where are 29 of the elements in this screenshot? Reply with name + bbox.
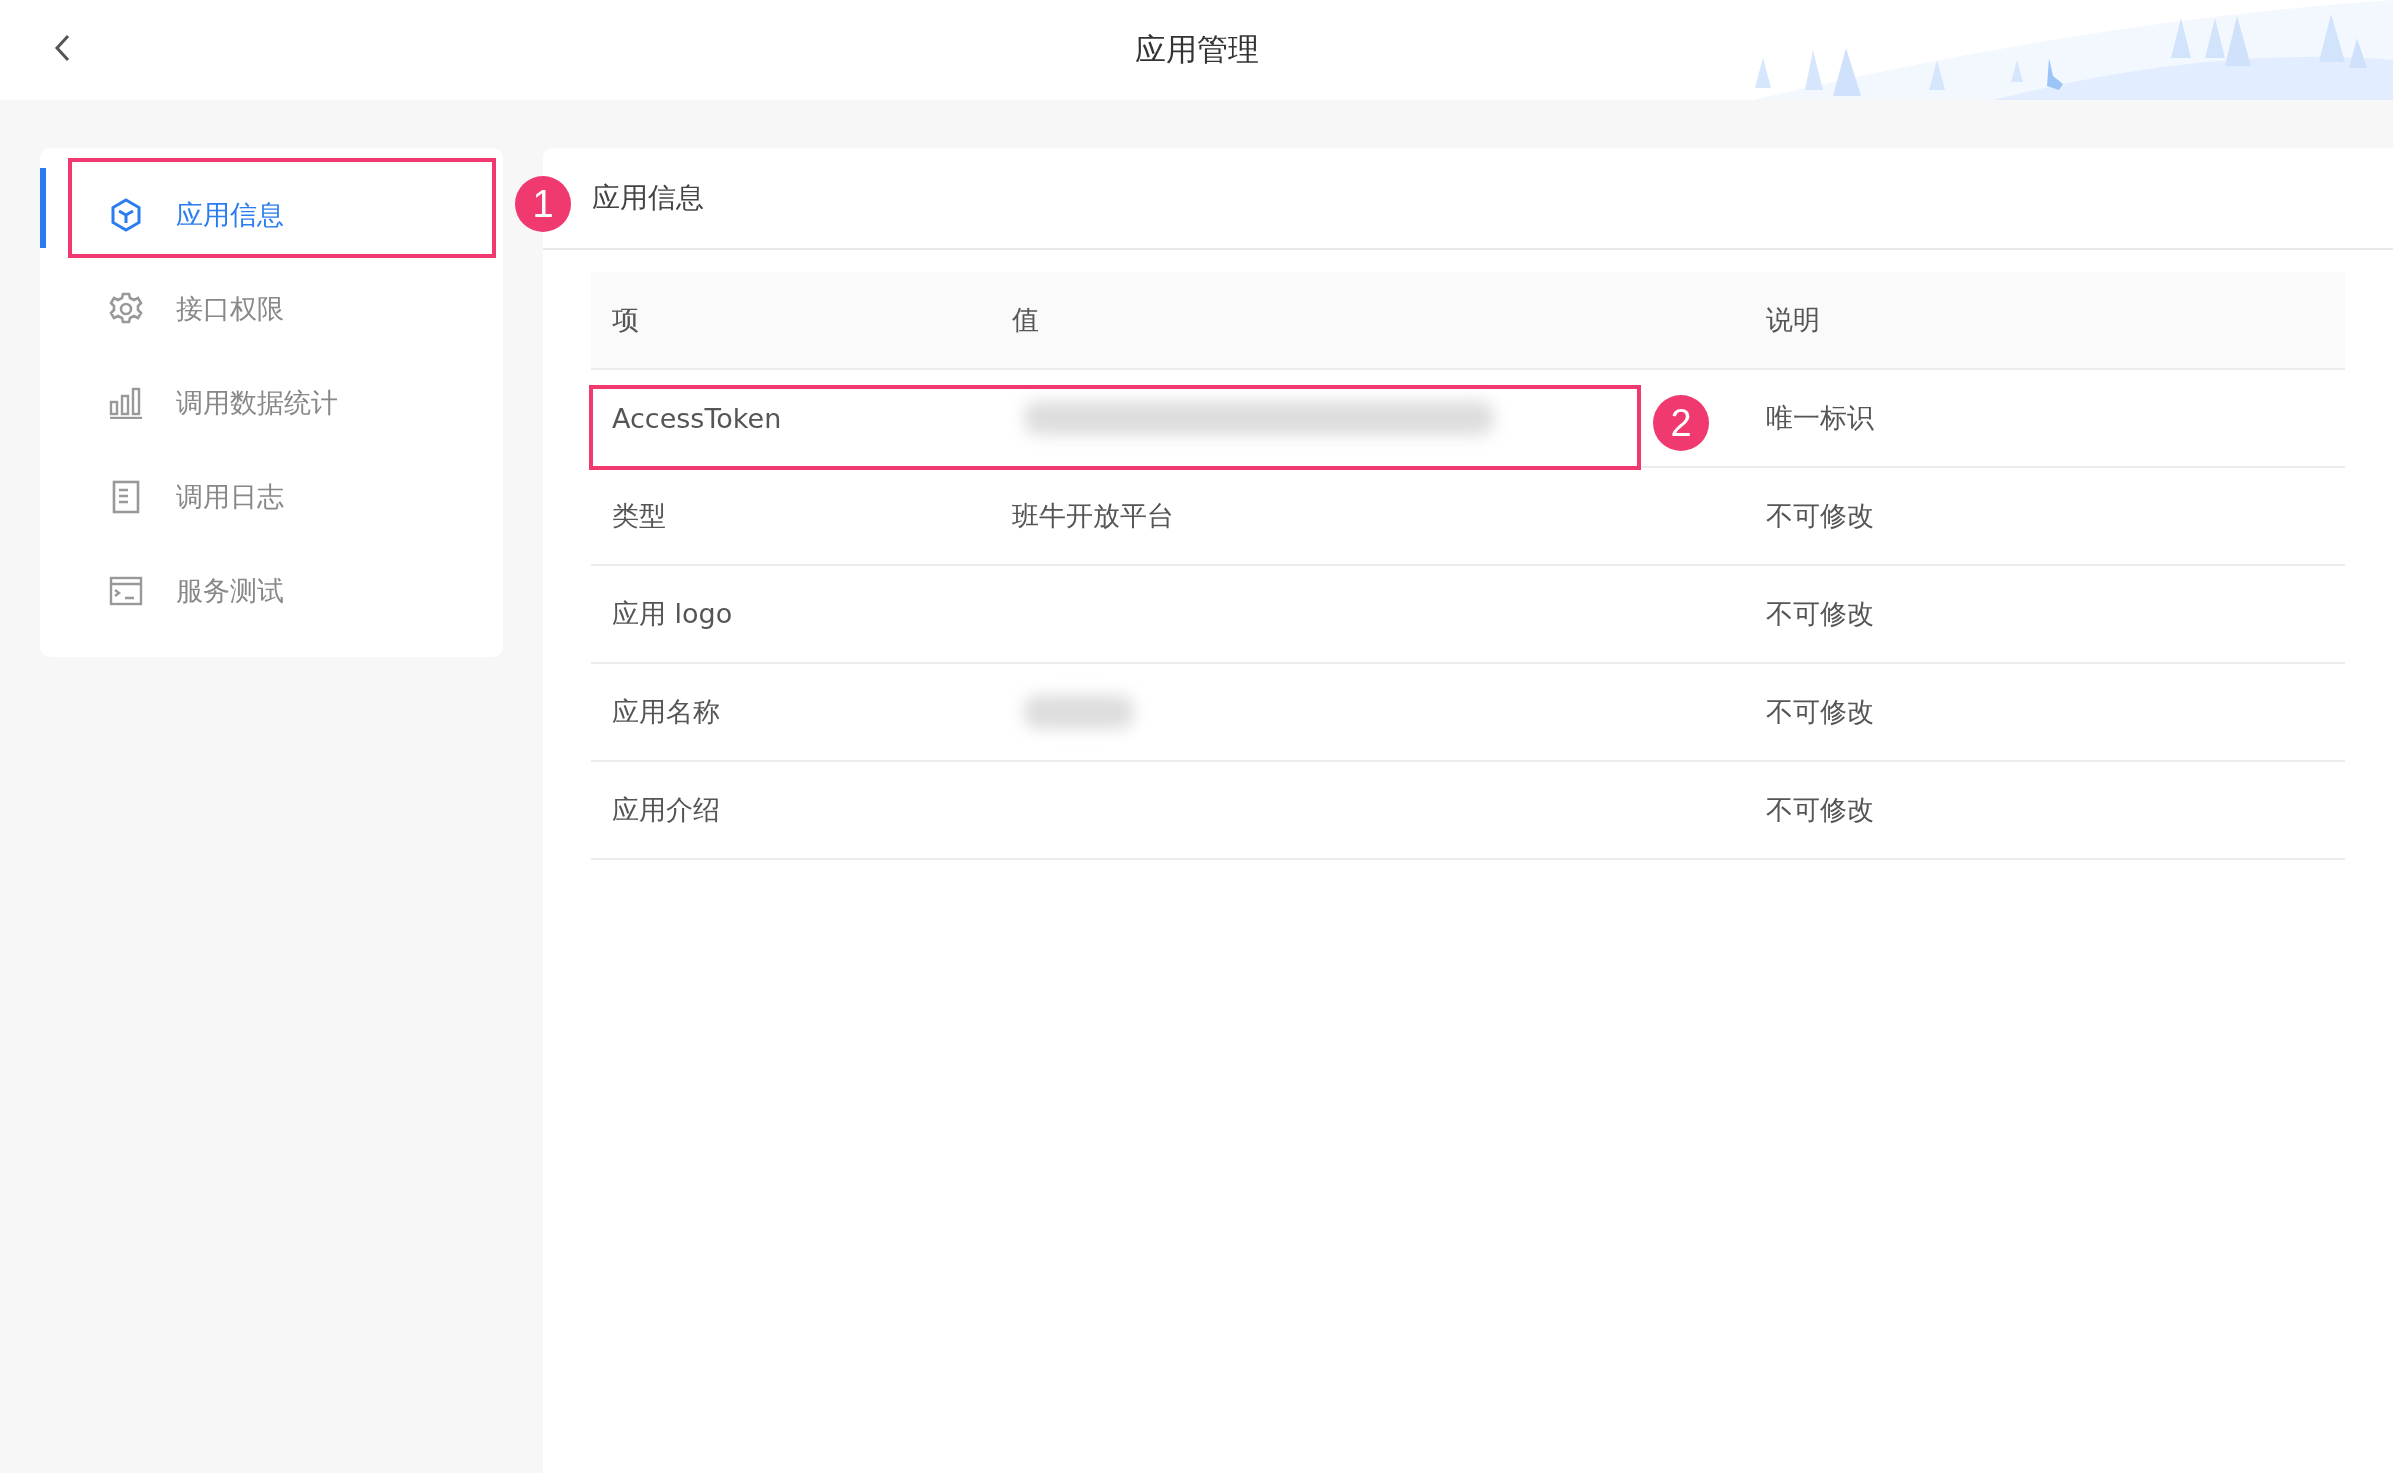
section-title: 应用信息 (592, 180, 704, 216)
table-cell-text: 唯一标识 (1765, 401, 1875, 435)
table-cell-text: 不可修改 (1765, 597, 1875, 631)
menu-item[interactable]: 服务测试 (40, 544, 503, 638)
bar-chart-icon (109, 387, 143, 419)
column-header: 值 (1011, 303, 1040, 337)
menu-item[interactable]: 接口权限 (40, 262, 503, 356)
menu-item[interactable]: 调用数据统计 (40, 356, 503, 450)
table-cell-text: 类型 (611, 499, 667, 533)
menu-item[interactable]: 调用日志 (40, 450, 503, 544)
table-cell-text: 不可修改 (1765, 695, 1875, 729)
table-cell-text: 应用名称 (611, 695, 721, 729)
table-cell-text: 应用介绍 (611, 793, 721, 827)
table-cell-text: 不可修改 (1765, 793, 1875, 827)
table-cell-text: AccessToken (611, 402, 783, 434)
table-cell: 班牛开放平台 (1012, 500, 1174, 531)
terminal-icon (109, 576, 143, 606)
gear-icon (109, 292, 143, 326)
column-header: 说明 (1765, 303, 1821, 337)
menu-item[interactable]: 应用信息 (40, 168, 503, 262)
cube-icon (110, 198, 142, 232)
table-cell-text: 应用 logo (611, 597, 734, 631)
table-cell-text: 不可修改 (1765, 499, 1875, 533)
column-header: 项 (611, 303, 640, 337)
page-title: 应用管理 (1134, 30, 1259, 69)
step-badge: 1 (515, 176, 571, 232)
document-icon (112, 480, 140, 514)
back-icon[interactable] (52, 32, 72, 64)
step-badge: 2 (1653, 395, 1709, 451)
